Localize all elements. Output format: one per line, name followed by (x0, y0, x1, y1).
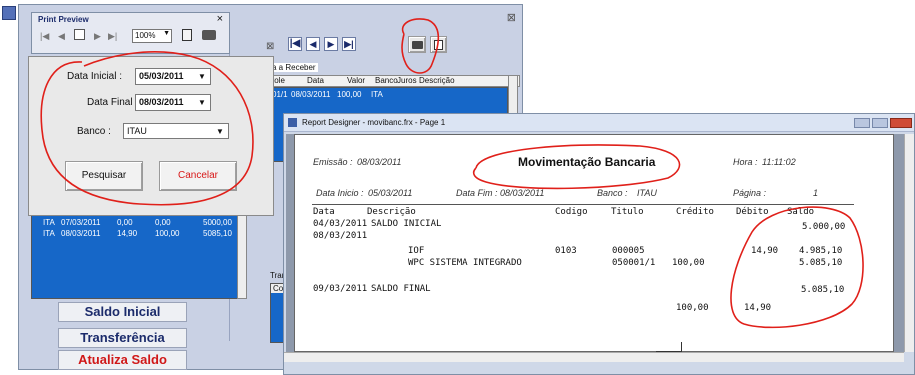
annotation-circle-print (401, 18, 440, 74)
annotation-circle-title (472, 144, 681, 190)
annotation-circle-values (730, 206, 864, 329)
annotation-overlay (40, 18, 864, 329)
annotation-circle-filter (40, 51, 254, 206)
